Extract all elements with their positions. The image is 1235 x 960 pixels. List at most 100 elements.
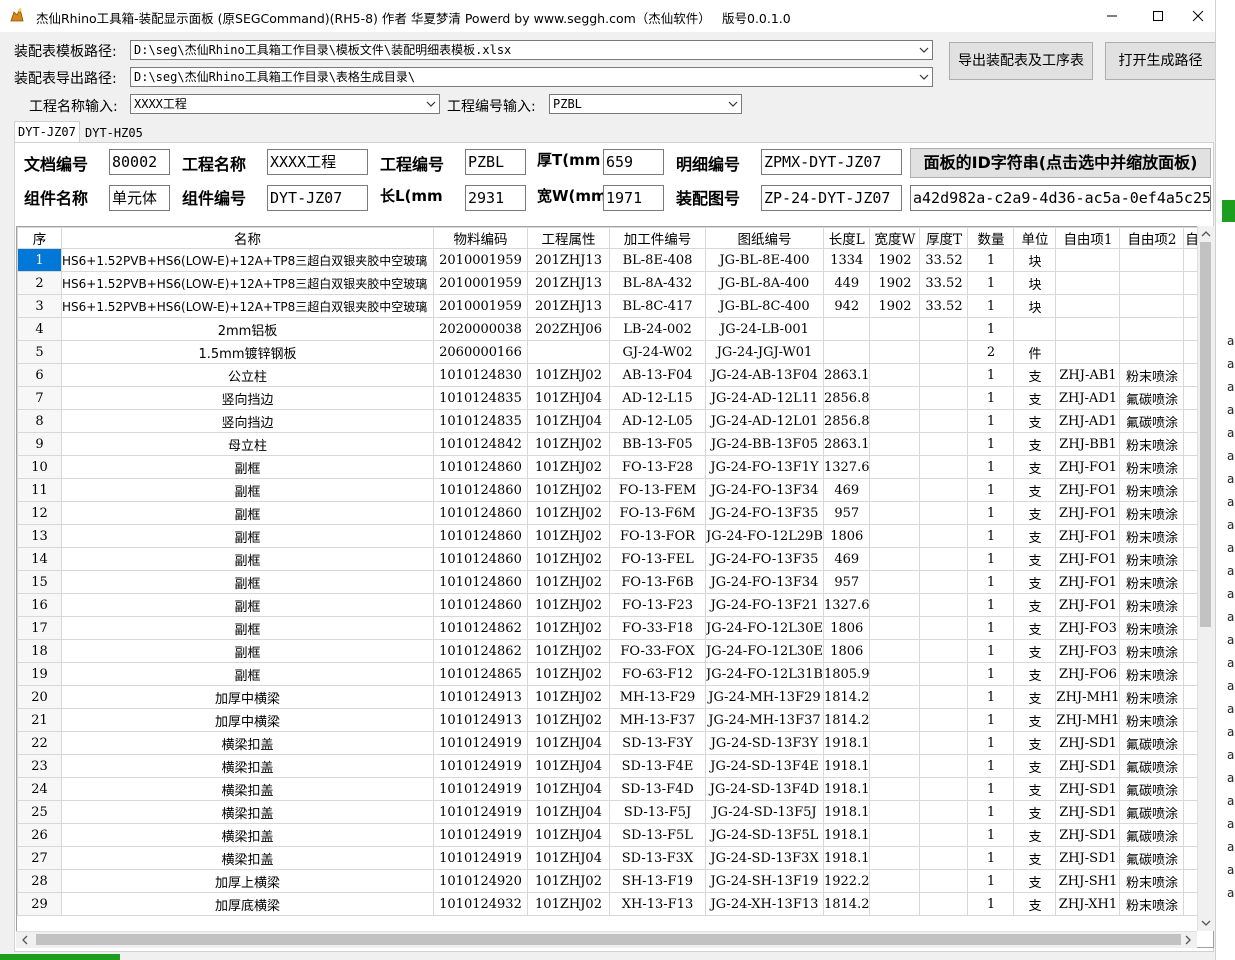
doc-no-field[interactable]: 80002 [109,149,170,175]
table-cell[interactable]: FO-13-FEL [609,547,706,571]
table-cell[interactable]: 1918.1 [822,823,871,847]
table-cell[interactable]: 粉末喷涂 [1119,363,1185,387]
table-cell[interactable]: 1010124860 [433,593,528,617]
table-cell[interactable]: 件 [1013,340,1057,364]
table-row[interactable]: 6 公立柱 1010124830 101ZHJ02 AB-13-F04 JG-24-AB-… [17,363,1201,387]
table-cell[interactable] [869,685,921,709]
table-cell[interactable] [869,547,921,571]
table-cell[interactable]: 1918.1 [822,800,871,824]
table-cell[interactable]: 支 [1013,708,1057,732]
table-cell[interactable]: 101ZHJ02 [527,432,610,456]
table-cell[interactable]: 氟碳喷涂 [1119,731,1185,755]
table-cell[interactable]: 1010124860 [433,455,528,479]
table-cell[interactable]: 1 [967,731,1015,755]
table-cell[interactable]: 粉末喷涂 [1119,685,1185,709]
row-index-cell[interactable]: 24 [17,777,62,801]
row-index-cell[interactable]: 20 [17,685,62,709]
table-cell[interactable] [869,455,921,479]
len-field[interactable]: 2931 [465,185,526,211]
table-cell[interactable]: 1918.1 [822,846,871,870]
table-cell[interactable]: 粉末喷涂 [1119,570,1185,594]
table-cell[interactable]: JG-24-FO-13F21 [705,593,824,617]
table-cell[interactable]: 支 [1013,846,1057,870]
table-cell[interactable]: 支 [1013,501,1057,525]
table-cell[interactable] [919,800,969,824]
column-header[interactable]: 名称 [61,227,434,249]
table-cell[interactable]: 942 [822,294,871,318]
table-cell[interactable] [869,731,921,755]
table-cell[interactable]: 竖向挡边 [61,386,434,410]
table-cell[interactable]: ZHJ-FO1 [1055,455,1121,479]
table-cell[interactable]: ZHJ-SD1 [1055,777,1121,801]
table-cell[interactable]: 支 [1013,547,1057,571]
table-cell[interactable] [869,409,921,433]
table-cell[interactable] [869,363,921,387]
table-cell[interactable]: 块 [1013,248,1057,272]
table-cell[interactable]: 469 [822,547,871,571]
table-cell[interactable] [1055,248,1121,272]
table-cell[interactable]: ZHJ-AD1 [1055,409,1121,433]
table-cell[interactable]: 粉末喷涂 [1119,547,1185,571]
table-cell[interactable]: JG-24-FO-12L29B [705,524,824,548]
column-header[interactable]: 工程属性 [527,227,610,249]
table-cell[interactable]: FO-33-FOX [609,639,706,663]
table-cell[interactable]: ZHJ-SH1 [1055,869,1121,893]
table-cell[interactable]: 粉末喷涂 [1119,432,1185,456]
table-cell[interactable]: 1814.2 [822,685,871,709]
assembly-table[interactable]: 序名称 物料编码 工程属性 加工件编号 图纸编号 长度L 宽度W 厚度T 数量 单位 自由项1 自由项… [16,226,1214,948]
table-cell[interactable]: FO-63-F12 [609,662,706,686]
row-index-cell[interactable]: 29 [17,892,62,916]
row-index-cell[interactable]: 5 [17,340,62,364]
table-cell[interactable]: 支 [1013,455,1057,479]
table-cell[interactable]: 2863.1 [822,363,871,387]
table-cell[interactable]: 1 [967,294,1015,318]
table-cell[interactable]: 1 [967,685,1015,709]
table-cell[interactable]: ZHJ-MH1 [1055,708,1121,732]
table-row[interactable]: 14 副框 1010124860 101ZHJ02 FO-13-FEL JG-24-FO-… [17,547,1201,571]
table-cell[interactable]: 粉末喷涂 [1119,478,1185,502]
table-cell[interactable] [919,547,969,571]
table-cell[interactable]: JG-24-BB-13F05 [705,432,824,456]
table-cell[interactable]: 粉末喷涂 [1119,892,1185,916]
template-path-combo[interactable]: D:\seg\杰仙Rhino工具箱工作目录\模板文件\装配明细表模板.xlsx [130,40,933,60]
table-cell[interactable] [919,662,969,686]
table-cell[interactable]: HS6+1.52PVB+HS6(LOW-E)+12A+TP8三超白双银夹胶中空玻… [61,271,434,295]
table-cell[interactable]: ZHJ-SD1 [1055,731,1121,755]
table-cell[interactable]: 1010124860 [433,478,528,502]
table-cell[interactable]: 2020000038 [433,317,528,341]
table-cell[interactable]: 101ZHJ02 [527,892,610,916]
table-cell[interactable]: GJ-24-W02 [609,340,706,364]
table-cell[interactable] [822,317,871,341]
table-cell[interactable] [1119,271,1185,295]
row-index-cell[interactable]: 3 [17,294,62,318]
table-cell[interactable]: 1 [967,271,1015,295]
tab-dyt-jz07[interactable]: DYT-JZ07 [14,121,80,143]
table-cell[interactable]: 支 [1013,800,1057,824]
table-cell[interactable] [869,892,921,916]
table-cell[interactable]: 1 [967,501,1015,525]
table-row[interactable]: 25 横梁扣盖 1010124919 101ZHJ04 SD-13-F5J JG-24-S… [17,800,1201,824]
table-cell[interactable]: 1806 [822,639,871,663]
maximize-button[interactable] [1135,0,1181,32]
table-cell[interactable]: 1 [967,386,1015,410]
table-cell[interactable]: 粉末喷涂 [1119,616,1185,640]
table-cell[interactable]: 101ZHJ02 [527,662,610,686]
column-header[interactable]: 厚度T [919,227,969,249]
table-cell[interactable]: 副框 [61,455,434,479]
table-cell[interactable] [919,478,969,502]
table-cell[interactable]: 1 [967,524,1015,548]
table-cell[interactable]: 201ZHJ13 [527,271,610,295]
panel-id-field[interactable]: a42d982a-c2a9-4d36-ac5a-0ef4a5c25 [910,185,1211,211]
table-cell[interactable]: 1 [967,363,1015,387]
table-cell[interactable]: 加厚底横梁 [61,892,434,916]
table-cell[interactable]: FO-13-F23 [609,593,706,617]
table-cell[interactable] [869,777,921,801]
table-cell[interactable]: 母立柱 [61,432,434,456]
table-cell[interactable] [869,386,921,410]
table-cell[interactable] [919,685,969,709]
table-cell[interactable]: 1010124830 [433,363,528,387]
table-cell[interactable]: 1 [967,777,1015,801]
table-cell[interactable]: 粉末喷涂 [1119,708,1185,732]
table-cell[interactable]: 块 [1013,294,1057,318]
table-cell[interactable]: 101ZHJ02 [527,869,610,893]
